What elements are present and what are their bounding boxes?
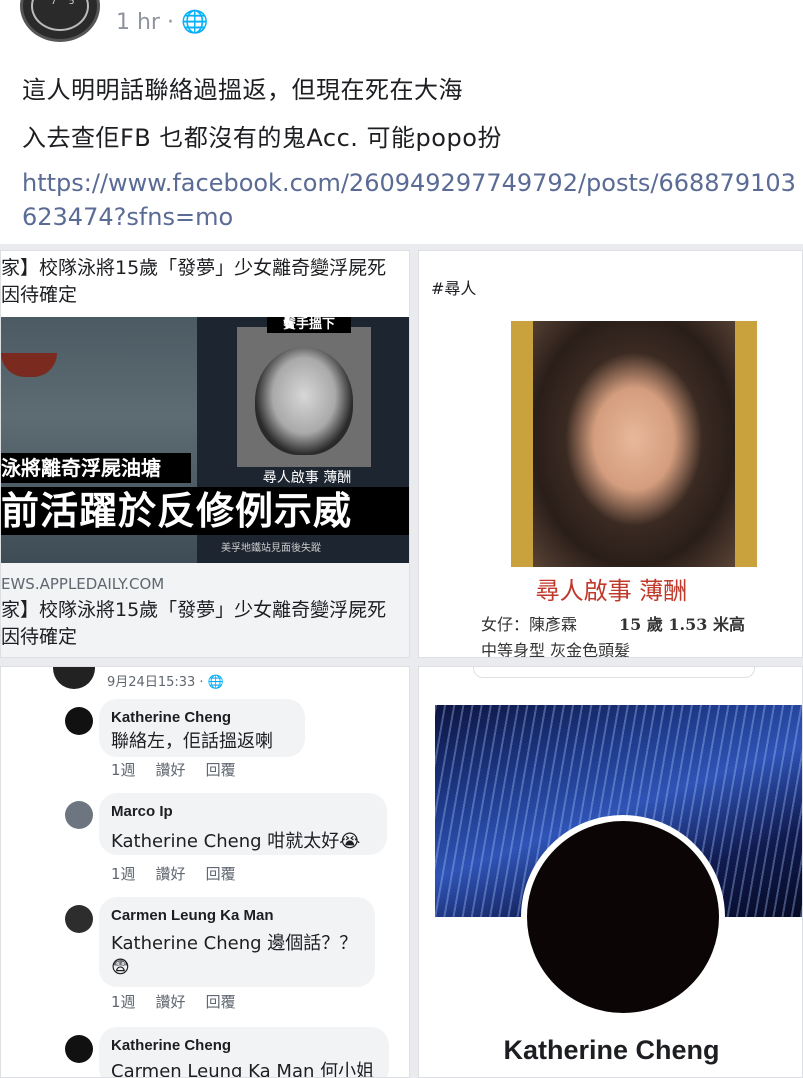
clock-dial-icon	[31, 0, 89, 31]
comment-text: 聯絡左，佢話搵返喇	[111, 731, 273, 752]
overlay-headline: 前活躍於反修例示威	[1, 487, 409, 535]
article-title-bottom: 家】校隊泳將15歲「發夢」少女離奇變浮屍死因待確定	[1, 599, 387, 648]
comment-age: 1週	[111, 761, 136, 779]
comment-text: Carmen Leung Ka Man 何小姐	[111, 1061, 375, 1078]
reply-link[interactable]: 回覆	[206, 993, 236, 1011]
overlay-subheadline: 泳將離奇浮屍油塘	[1, 453, 191, 483]
like-link[interactable]: 讚好	[156, 761, 186, 779]
link-preview-footer: EWS.APPLEDAILY.COM 家】校隊泳將15歲「發夢」少女離奇變浮屍死…	[1, 563, 409, 657]
notice-description: 中等身型 灰金色頭髮	[481, 641, 631, 658]
article-title-top: 家】校隊泳將15歲「發夢」少女離奇變浮屍死因待確定	[1, 257, 387, 306]
notice-age-height: 15 歲 1.53 米高	[619, 615, 745, 634]
comment-age: 1週	[111, 993, 136, 1011]
commenter-avatar[interactable]	[65, 1035, 93, 1063]
reply-link[interactable]: 回覆	[206, 865, 236, 883]
comment-emoji: 😨	[111, 957, 130, 978]
clock-numeral: 5	[69, 0, 75, 7]
profile-picture[interactable]	[521, 815, 725, 1019]
film-frame	[511, 321, 757, 567]
reply-link[interactable]: 回覆	[206, 761, 236, 779]
comments-screenshot[interactable]: 9月24日15:33 · 🌐 Katherine Cheng 聯絡左，佢話搵返喇…	[0, 666, 410, 1078]
search-bar-partial	[473, 667, 755, 678]
photo-caption: 尋人啟事 薄酬	[262, 470, 352, 486]
overlay-subcaption: 美孚地鐵站見面後失蹤	[221, 543, 321, 554]
clock-numeral: 7	[51, 0, 57, 7]
commenter-name[interactable]: Katherine Cheng	[111, 709, 231, 726]
comment-actions: 1週 讚好 回覆	[111, 759, 256, 780]
article-image[interactable]: 鬢手搵下 尋人啟事 薄酬 泳將離奇浮屍油塘 前活躍於反修例示威 美孚地鐵站見面後…	[1, 317, 409, 563]
post-link[interactable]: https://www.facebook.com/260949297749792…	[22, 166, 802, 234]
comment-actions: 1週 讚好 回覆	[111, 863, 256, 884]
commenter-avatar-partial	[53, 667, 95, 689]
post-timestamp[interactable]: 1 hr · 🌐	[116, 10, 208, 35]
like-link[interactable]: 讚好	[156, 993, 186, 1011]
hashtag[interactable]: #尋人	[431, 275, 476, 299]
missing-photo-bw	[237, 327, 371, 467]
missing-person-notice[interactable]: #尋人 尋人啟事 薄酬 女仔：陳彥霖 15 歲 1.53 米高 中等身型 灰金色…	[418, 250, 803, 658]
page-avatar[interactable]: 8 4 7 5	[20, 0, 100, 42]
comment-timestamp: 9月24日15:33 · 🌐	[107, 675, 224, 690]
article-screenshot[interactable]: 家】校隊泳將15歲「發夢」少女離奇變浮屍死因待確定 鬢手搵下 尋人啟事 薄酬 泳…	[0, 250, 410, 658]
comment-age: 1週	[111, 865, 136, 883]
commenter-avatar[interactable]	[65, 905, 93, 933]
like-link[interactable]: 讚好	[156, 865, 186, 883]
commenter-name[interactable]: Carmen Leung Ka Man	[111, 907, 274, 924]
post-text-line-1: 這人明明話聯絡過搵返，但現在死在大海	[22, 76, 463, 104]
comment-text: Katherine Cheng 邊個話？？	[111, 933, 358, 954]
commenter-name[interactable]: Marco Ip	[111, 803, 173, 820]
portrait-photo	[533, 321, 735, 567]
profile-name: Katherine Cheng	[503, 1035, 720, 1065]
comment-text: Katherine Cheng 咁就太好😭	[111, 831, 361, 852]
face-photo	[255, 347, 353, 455]
source-domain: EWS.APPLEDAILY.COM	[1, 575, 165, 593]
commenter-avatar[interactable]	[65, 707, 93, 735]
comment-actions: 1週 讚好 回覆	[111, 991, 256, 1012]
post-text-line-2: 入去查佢FB 乜都沒有的鬼Acc. 可能popo扮	[22, 124, 502, 152]
photo-tag: 鬢手搵下	[267, 317, 351, 333]
commenter-name[interactable]: Katherine Cheng	[111, 1037, 231, 1054]
notice-name: 女仔：陳彥霖	[481, 615, 578, 634]
notice-title: 尋人啟事 薄酬	[535, 577, 688, 605]
commenter-avatar[interactable]	[65, 801, 93, 829]
profile-screenshot[interactable]: Katherine Cheng	[418, 666, 803, 1078]
